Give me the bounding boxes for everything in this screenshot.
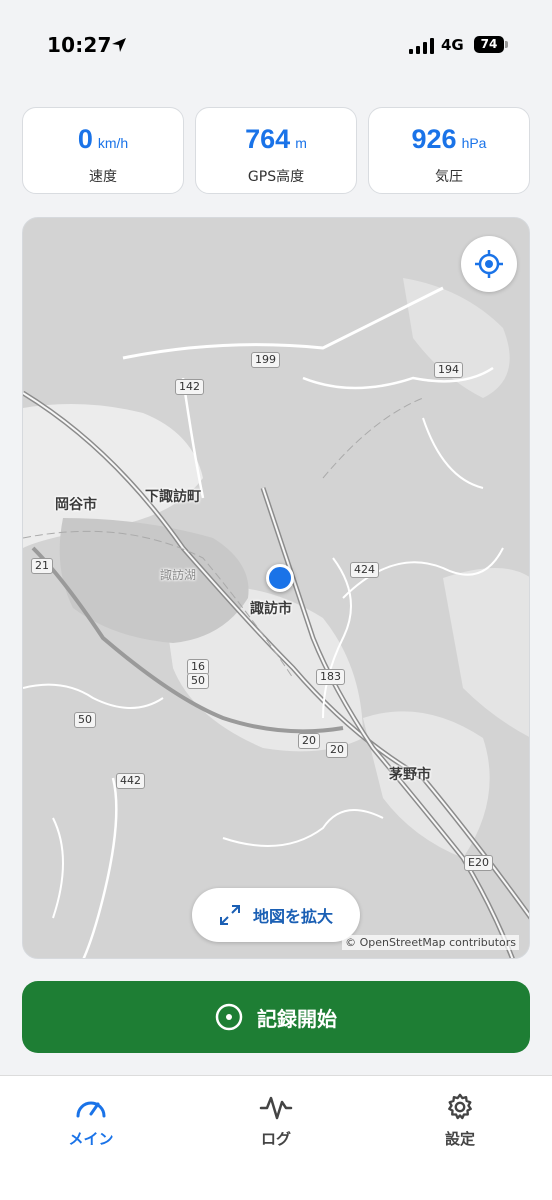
pressure-card: 926 hPa 気圧 [368,107,530,194]
expand-map-button[interactable]: 地図を拡大 [192,888,360,942]
current-location-marker [266,564,294,592]
altitude-label: GPS高度 [247,169,305,185]
network-type: 4G [441,36,464,54]
tab-log[interactable]: ログ [216,1092,336,1149]
tab-settings-label: 設定 [444,1130,475,1148]
crosshair-icon [475,250,503,278]
speed-unit: km/h [97,135,129,151]
map-attribution[interactable]: © OpenStreetMap contributors [342,935,519,950]
expand-icon [219,905,240,925]
tab-log-label: ログ [260,1130,291,1148]
tab-settings[interactable]: 設定 [400,1092,520,1149]
speed-value: 0 [77,124,93,154]
start-recording-label: 記録開始 [257,1006,337,1031]
gps-altitude-card: 764 m GPS高度 [195,107,357,194]
road-142: 142 [175,379,204,395]
road-50-b: 50 [74,712,96,728]
altitude-value: 764 [245,124,291,154]
signal-icon [409,38,434,54]
speed-label: 速度 [89,169,117,185]
speedometer-icon [76,1101,106,1118]
altitude-unit: m [295,135,307,151]
gear-icon [448,1093,472,1120]
speed-card: 0 km/h 速度 [22,107,184,194]
tab-main-label: メイン [68,1130,114,1148]
locate-button[interactable] [461,236,517,292]
start-recording-button[interactable]: 記録開始 [22,981,530,1053]
pressure-label: 気圧 [435,169,463,185]
pulse-icon [259,1096,293,1120]
road-442: 442 [116,773,145,789]
place-suwako: 諏訪湖 [160,568,197,582]
place-shimosuwa: 下諏訪町 [145,489,201,505]
road-424: 424 [350,562,379,578]
pressure-value: 926 [411,124,457,154]
road-21: 21 [31,558,53,574]
location-arrow-icon [112,38,126,52]
tab-bar: メイン ログ 設定 [0,1075,552,1200]
place-chino: 茅野市 [389,767,431,783]
road-199: 199 [251,352,280,368]
place-okaya: 岡谷市 [55,497,97,513]
battery-level: 74 [474,36,504,53]
road-20-b: 20 [326,742,348,758]
pressure-unit: hPa [461,135,487,151]
status-bar: 10:27 4G 74 [0,0,552,90]
expand-map-label: 地図を拡大 [252,907,333,926]
road-194: 194 [434,362,463,378]
battery-icon: 74 [474,34,508,54]
road-20-a: 20 [298,733,320,749]
road-50-a: 50 [187,673,209,689]
record-icon [215,1003,243,1031]
tab-main[interactable]: メイン [31,1092,151,1149]
status-time: 10:27 [47,33,112,57]
place-suwa: 諏訪市 [250,601,292,617]
map-view[interactable]: 岡谷市 下諏訪町 諏訪市 茅野市 諏訪湖 199 142 194 424 183… [22,217,530,959]
road-e20: E20 [464,855,493,871]
road-183: 183 [316,669,345,685]
